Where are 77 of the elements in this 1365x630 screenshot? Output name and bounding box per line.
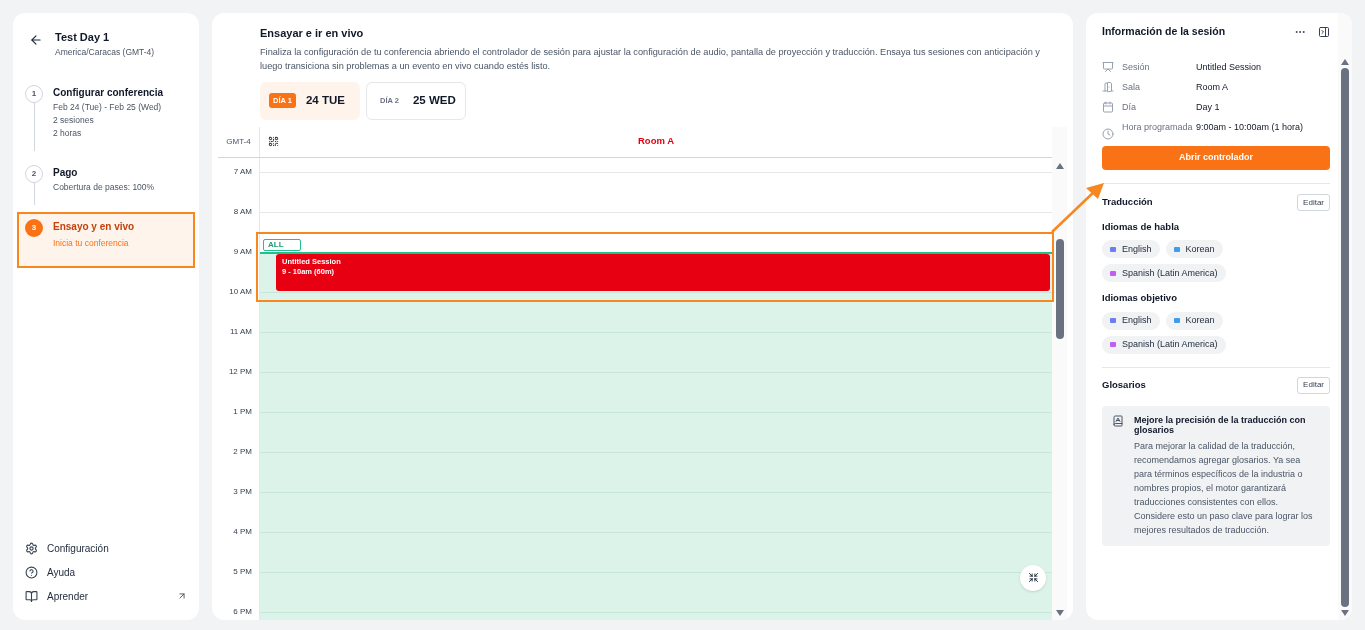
timezone-label: GMT-4: [225, 135, 252, 148]
settings-icon: [25, 541, 38, 555]
step-item[interactable]: 1 Configurar conferencia Feb 24 (Tue) - Feb 25 (Wed) 2 sesiones 2 horas: [17, 78, 195, 159]
tip-text: Para mejorar la calidad de la traducción, recomendamos agregar glosarios. Ya sea para términos específicos de la industria o nombres propios, el motor garantizará traducciones consistentes con ellos. Considere esto un paso clave para lograr los mejores resultados de traducción.: [1134, 439, 1314, 537]
calendar-icon: [1102, 101, 1114, 113]
timezone-text: America/Caracas (GMT-4): [55, 45, 155, 59]
field-label: Día: [1122, 101, 1137, 114]
nav-link[interactable]: Ayuda: [47, 564, 187, 580]
nav-link[interactable]: Aprender: [47, 588, 168, 604]
step-title: Ensayo y en vivo: [53, 220, 135, 235]
page-title: Ensayar e ir en vivo: [260, 26, 365, 41]
step-title: Configurar conferencia: [53, 86, 164, 101]
hour-label: 12 PM: [228, 365, 252, 378]
tip-title: Mejore la precisión de la traducción con glosarios: [1134, 414, 1307, 435]
hour-label: 9 AM: [233, 245, 252, 258]
language-name: Spanish (Latin America): [1122, 337, 1218, 351]
back-icon[interactable]: [29, 33, 43, 47]
panel-toggle-icon[interactable]: [1318, 26, 1330, 38]
step-number: 1: [25, 85, 43, 104]
hour-label: 11 AM: [229, 325, 252, 338]
step-detail: Feb 24 (Tue) - Feb 25 (Wed): [53, 101, 163, 114]
hour-slot[interactable]: [260, 291, 1052, 332]
scrollbar[interactable]: [1338, 13, 1352, 620]
presentation-icon: [1102, 61, 1114, 73]
edit-button[interactable]: Editar: [1297, 194, 1330, 211]
help-icon: [25, 565, 38, 579]
collapse-icon: [1027, 572, 1039, 583]
field-label: Sesión: [1122, 61, 1151, 74]
group-title: Idiomas objetivo: [1102, 291, 1178, 306]
qr-code-icon[interactable]: [268, 136, 279, 147]
room-heading: Room A: [637, 134, 675, 149]
panel-title: Información de la sesión: [1102, 24, 1226, 40]
event-title: Test Day 1: [55, 30, 111, 45]
step-detail: Inicia tu conferencia: [53, 237, 130, 250]
hour-label: 2 PM: [233, 445, 252, 458]
external-link-icon: [177, 591, 187, 601]
page-description: Finaliza la configuración de tu conferencia abriendo el controlador de sesión para ajustar la configuración de audio, pantalla de proyección y traducción. Ensaya tus sesiones con anticipación y luego transiciona sin problemas a un evento en vivo cuando estés listo.: [260, 45, 1041, 73]
nav-link[interactable]: Configuración: [47, 540, 187, 556]
scrollbar[interactable]: [1052, 126, 1067, 620]
field-value: Day 1: [1196, 101, 1220, 114]
hour-label: 4 PM: [233, 525, 252, 538]
book-icon: [25, 589, 38, 603]
language-name: English: [1122, 242, 1152, 256]
clock-icon: [1102, 128, 1114, 140]
step-title: Pago: [53, 166, 79, 181]
language-name: Korean: [1185, 313, 1215, 327]
step-number: 3: [25, 219, 43, 238]
field-value: Untitled Session: [1196, 61, 1262, 74]
language-name: Korean: [1185, 242, 1215, 256]
edit-button[interactable]: Editar: [1297, 376, 1330, 394]
group-title: Idiomas de habla: [1102, 220, 1181, 234]
hour-label: 7 AM: [233, 165, 252, 178]
step-number: 2: [25, 165, 43, 184]
hour-label: 5 PM: [233, 565, 252, 578]
day-date: 25 WED: [412, 92, 456, 108]
hour-label: 6 PM: [233, 605, 252, 618]
section-title: Glosarios: [1102, 377, 1146, 392]
hour-label: 8 AM: [233, 205, 252, 218]
day-date: 24 TUE: [305, 92, 345, 108]
field-label: Hora programada: [1122, 121, 1194, 134]
step-item[interactable]: 2 Pago Cobertura de pases: 100%: [17, 158, 195, 213]
step-detail: 2 sesiones: [53, 114, 95, 127]
section-title: Traducción: [1102, 195, 1153, 210]
filter-tag: ALL: [263, 238, 301, 251]
step-item[interactable]: 3 Ensayo y en vivo Inicia tu conferencia: [17, 212, 195, 269]
door-icon: [1102, 81, 1114, 93]
hour-label: 1 PM: [233, 405, 252, 418]
step-detail: 2 horas: [53, 127, 83, 140]
field-value: Room A: [1196, 81, 1228, 94]
field-label: Sala: [1122, 81, 1141, 94]
hour-label: 3 PM: [233, 485, 252, 498]
hour-label: 10 AM: [229, 285, 252, 298]
language-name: English: [1122, 313, 1152, 327]
glossary-icon: [1112, 414, 1124, 427]
step-detail: Cobertura de pases: 100%: [53, 181, 155, 194]
language-name: Spanish (Latin America): [1122, 266, 1218, 280]
field-value: 9:00am - 10:00am (1 hora): [1196, 121, 1304, 134]
